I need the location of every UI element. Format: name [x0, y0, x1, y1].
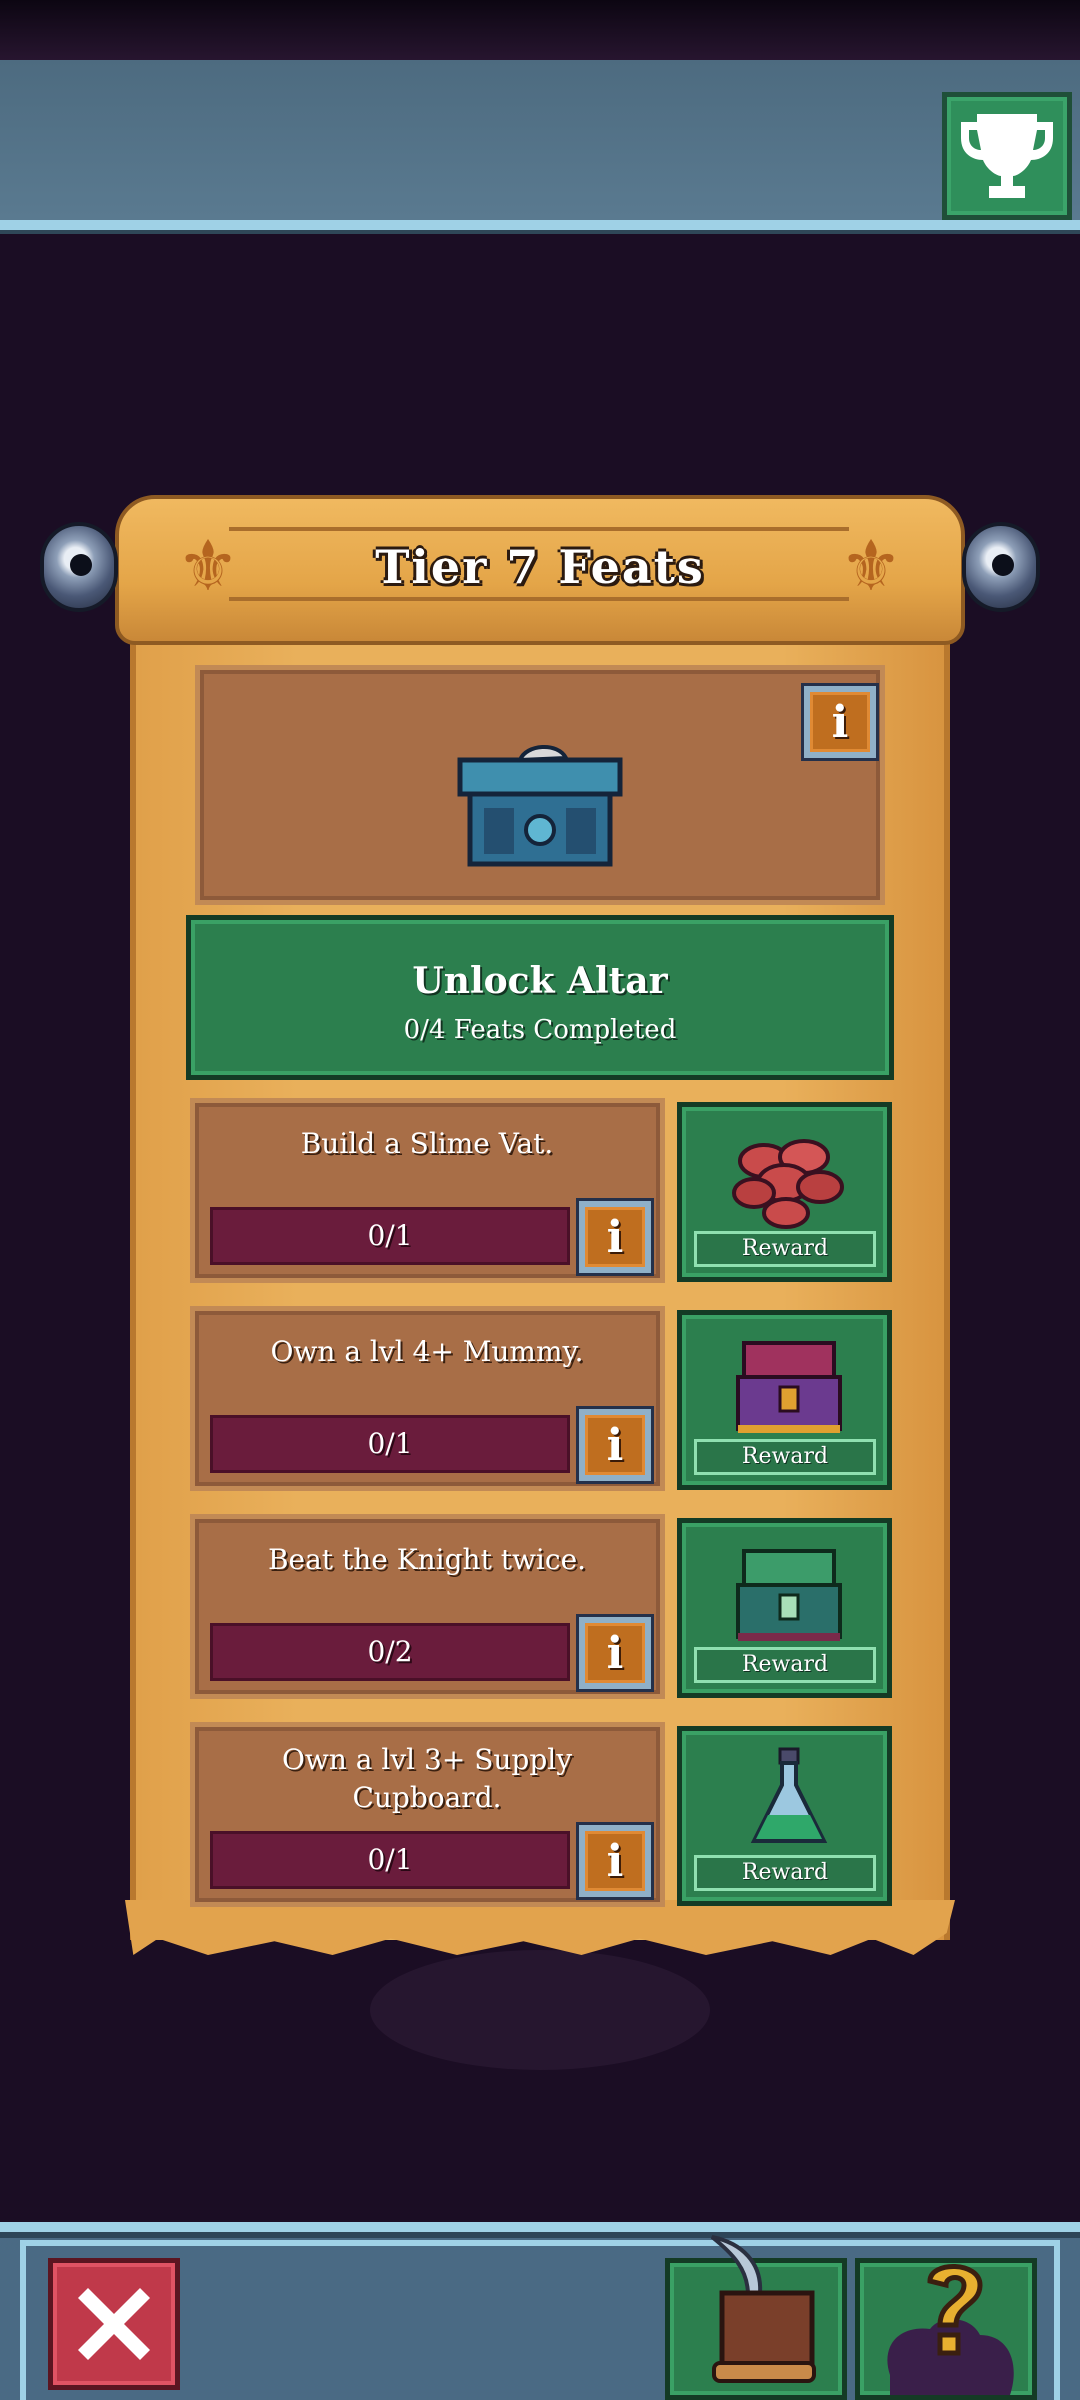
feat-card: Beat the Knight twice. 0/2 i	[190, 1514, 665, 1699]
feat-progress-bar: 0/2	[210, 1623, 570, 1681]
feat-info-button[interactable]: i	[579, 1201, 651, 1273]
feat-description: Build a Slime Vat.	[300, 1127, 554, 1160]
unlock-altar-button[interactable]: Unlock Altar 0/4 Feats Completed	[186, 915, 894, 1080]
coins-icon	[732, 1139, 844, 1229]
help-button[interactable]	[855, 2258, 1037, 2400]
close-icon	[78, 2288, 150, 2360]
altar-chest-icon	[457, 744, 623, 867]
feats-completed-status: 0/4 Feats Completed	[403, 1015, 677, 1045]
trophy-icon	[961, 114, 1053, 198]
feat-info-button[interactable]: i	[579, 1409, 651, 1481]
reward-label: Reward	[694, 1647, 876, 1683]
scroll-title: Tier 7 Feats	[375, 540, 705, 594]
feat-progress-bar: 0/1	[210, 1415, 570, 1473]
skull-knob-right-icon	[962, 522, 1040, 612]
quill-scroll-icon	[710, 2235, 816, 2383]
feat-card: Own a lvl 4+ Mummy. 0/1 i	[190, 1306, 665, 1491]
unlock-altar-title: Unlock Altar	[412, 960, 668, 1002]
feat-card: Build a Slime Vat. 0/1 i	[190, 1098, 665, 1283]
info-icon: i	[831, 696, 849, 748]
info-icon: i	[606, 1835, 624, 1887]
info-icon: i	[606, 1419, 624, 1471]
trophy-button[interactable]	[942, 92, 1072, 220]
feat-info-button[interactable]: i	[579, 1825, 651, 1897]
feat-description: Beat the Knight twice.	[267, 1543, 587, 1576]
reward-button[interactable]: Reward	[677, 1310, 892, 1490]
reward-label: Reward	[694, 1855, 876, 1891]
altar-preview-panel: i	[195, 665, 885, 905]
altar-info-button[interactable]: i	[804, 686, 876, 758]
purple-chest-icon	[736, 1341, 842, 1433]
top-shade	[0, 0, 1080, 60]
reward-button[interactable]: Reward	[677, 1102, 892, 1282]
feat-progress-bar: 0/1	[210, 1207, 570, 1265]
feat-info-button[interactable]: i	[579, 1617, 651, 1689]
question-mark-icon	[887, 2264, 1014, 2395]
close-button[interactable]	[48, 2258, 180, 2390]
top-bar	[0, 60, 1080, 230]
reward-label: Reward	[694, 1439, 876, 1475]
reward-button[interactable]: Reward	[677, 1726, 892, 1906]
green-chest-icon	[736, 1549, 842, 1641]
skull-knob-left-icon	[40, 522, 118, 612]
feat-card: Own a lvl 3+ Supply Cupboard. 0/1 i	[190, 1722, 665, 1907]
scroll-torn-edge	[125, 1900, 955, 1955]
potion-flask-icon	[750, 1747, 828, 1843]
feat-description: Own a lvl 4+ Mummy.	[270, 1335, 584, 1368]
reward-button[interactable]: Reward	[677, 1518, 892, 1698]
quest-scroll-button[interactable]	[665, 2235, 847, 2400]
feat-description: Own a lvl 3+ Supply Cupboard.	[281, 1743, 573, 1814]
info-icon: i	[606, 1627, 624, 1679]
feat-progress-bar: 0/1	[210, 1831, 570, 1889]
reward-label: Reward	[694, 1231, 876, 1267]
info-icon: i	[606, 1211, 624, 1263]
scroll-shadow	[370, 1950, 710, 2070]
